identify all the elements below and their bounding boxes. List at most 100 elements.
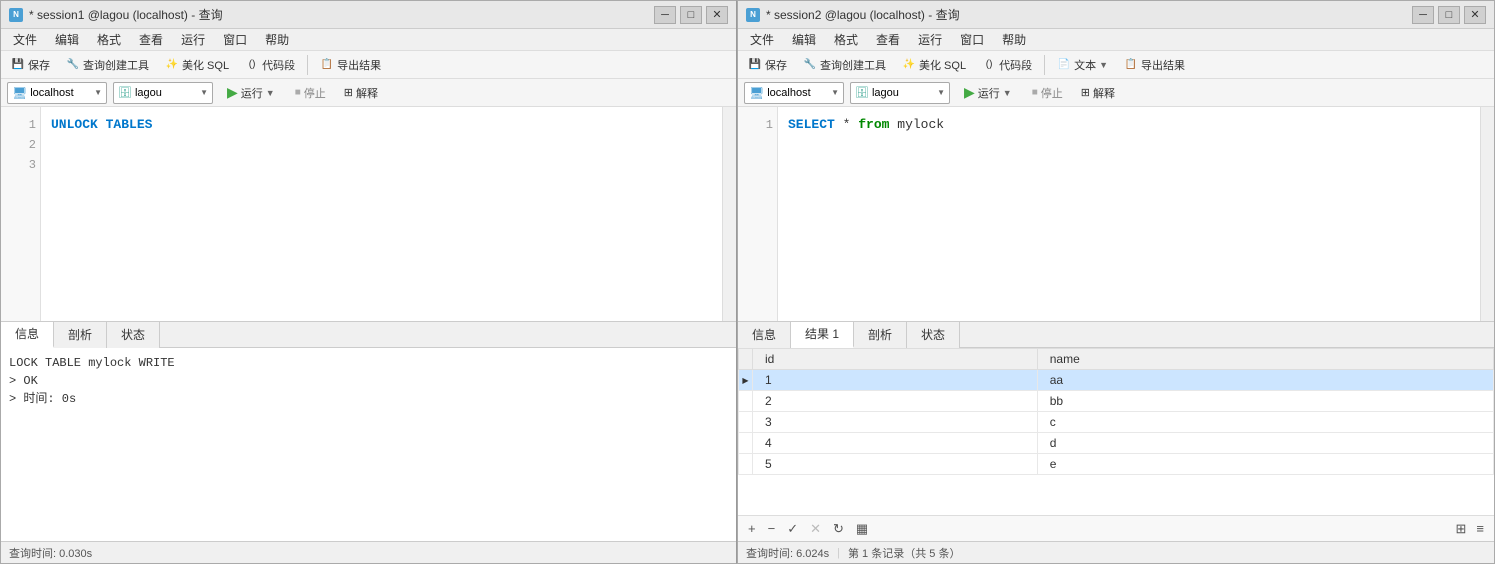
session2-explain-button[interactable]: ⊞ 解释	[1075, 83, 1121, 103]
session2-tab-status[interactable]: 状态	[907, 322, 960, 348]
session1-tabs: 信息 剖析 状态	[1, 322, 736, 348]
session1-stop-button[interactable]: ■ 停止	[289, 83, 332, 103]
session1-editor[interactable]: 1 2 3 UNLOCK TABLES	[1, 107, 722, 321]
session2-host-select[interactable]: 🖥 localhost ▼	[744, 82, 844, 104]
session1-titlebar: N * session1 @lagou (localhost) - 查询 ─ □…	[1, 1, 736, 29]
table-grid-view-button[interactable]: ⊞	[1452, 519, 1471, 539]
session1-tab-profile[interactable]: 剖析	[54, 322, 107, 348]
session1-tab-status[interactable]: 状态	[107, 322, 160, 348]
session2-app-icon: N	[746, 8, 760, 22]
beautify-icon: ✨	[165, 58, 179, 72]
session1-scrollbar[interactable]	[722, 107, 736, 321]
session2-beautify-button[interactable]: ✨ 美化 SQL	[896, 55, 972, 75]
db-icon: 🗄	[118, 86, 132, 99]
col-header-id: id	[753, 349, 1038, 370]
session1-minimize-button[interactable]: ─	[654, 6, 676, 24]
table-refresh-button[interactable]: ↻	[829, 519, 848, 539]
export-icon: 📋	[320, 58, 334, 72]
table-row[interactable]: 3c	[739, 412, 1494, 433]
session1-menu-window[interactable]: 窗口	[215, 29, 255, 50]
session2-stop-button[interactable]: ■ 停止	[1026, 83, 1069, 103]
table-confirm-button[interactable]: ✓	[783, 519, 802, 539]
session2-row-count: 第 1 条记录（共 5 条）	[848, 545, 960, 561]
session2-snippet-button[interactable]: () 代码段	[976, 55, 1038, 75]
session2-menu-window[interactable]: 窗口	[952, 29, 992, 50]
session2-menu-view[interactable]: 查看	[868, 29, 908, 50]
session1-menu-edit[interactable]: 编辑	[47, 29, 87, 50]
session1-maximize-button[interactable]: □	[680, 6, 702, 24]
session2-sql-editor[interactable]: SELECT * from mylock	[778, 107, 1480, 321]
session1-save-button[interactable]: 💾 保存	[5, 55, 56, 75]
table-row[interactable]: 2bb	[739, 391, 1494, 412]
session2-tab-result[interactable]: 结果 1	[791, 322, 854, 348]
table-remove-button[interactable]: −	[764, 519, 780, 538]
host-icon-2: 🖥	[749, 86, 764, 100]
cell-id: 4	[753, 433, 1038, 454]
session2-tab-info[interactable]: 信息	[738, 322, 791, 348]
session2-menu-format[interactable]: 格式	[826, 29, 866, 50]
session1-menu-file[interactable]: 文件	[5, 29, 45, 50]
session1-menu-format[interactable]: 格式	[89, 29, 129, 50]
session2-menu-run[interactable]: 运行	[910, 29, 950, 50]
session1-info-line3: > 时间: 0s	[9, 390, 728, 408]
session1-export-button[interactable]: 📋 导出结果	[314, 55, 387, 75]
stop-icon-2: ■	[1032, 87, 1038, 98]
session2-text-button[interactable]: 📄 文本 ▼	[1051, 55, 1114, 75]
session2-editor[interactable]: 1 SELECT * from mylock	[738, 107, 1480, 321]
session1-connbar: 🖥 localhost ▼ 🗄 lagou ▼ ▶ 运行 ▼ ■ 停止 ⊞ 解释	[1, 79, 736, 107]
row-arrow-cell	[739, 454, 753, 475]
querybuilder-icon-2: 🔧	[803, 58, 817, 72]
table-header-row: id name	[739, 349, 1494, 370]
session2-tab-profile[interactable]: 剖析	[854, 322, 907, 348]
session1-explain-button[interactable]: ⊞ 解释	[338, 83, 384, 103]
session2-scrollbar[interactable]	[1480, 107, 1494, 321]
session2-result-container[interactable]: id name ▶1aa2bb3c4d5e	[738, 348, 1494, 515]
session2-run-button[interactable]: ▶ 运行 ▼	[956, 82, 1020, 103]
session2-title: * session2 @lagou (localhost) - 查询	[766, 6, 960, 23]
session1-menu-view[interactable]: 查看	[131, 29, 171, 50]
toolbar-separator	[307, 55, 308, 75]
table-row[interactable]: ▶1aa	[739, 370, 1494, 391]
session1-bottom-panel: 信息 剖析 状态 LOCK TABLE mylock WRITE > OK > …	[1, 321, 736, 541]
table-cancel-button[interactable]: ✕	[806, 519, 825, 539]
session2-menu-help[interactable]: 帮助	[994, 29, 1034, 50]
session1-menu-run[interactable]: 运行	[173, 29, 213, 50]
session1-tab-info[interactable]: 信息	[1, 322, 54, 348]
session1-host-select[interactable]: 🖥 localhost ▼	[7, 82, 107, 104]
table-add-button[interactable]: +	[744, 519, 760, 538]
session2-minimize-button[interactable]: ─	[1412, 6, 1434, 24]
session1-sql-editor[interactable]: UNLOCK TABLES	[41, 107, 722, 321]
table-row[interactable]: 5e	[739, 454, 1494, 475]
session2-db-select[interactable]: 🗄 lagou ▼	[850, 82, 950, 104]
row-arrow-cell	[739, 412, 753, 433]
session2-connbar: 🖥 localhost ▼ 🗄 lagou ▼ ▶ 运行 ▼ ■ 停止 ⊞ 解释	[738, 79, 1494, 107]
session2-menu-edit[interactable]: 编辑	[784, 29, 824, 50]
session2-menu-file[interactable]: 文件	[742, 29, 782, 50]
session1-db-select[interactable]: 🗄 lagou ▼	[113, 82, 213, 104]
session1-snippet-button[interactable]: () 代码段	[239, 55, 301, 75]
session1-title: * session1 @lagou (localhost) - 查询	[29, 6, 223, 23]
session1-title-left: N * session1 @lagou (localhost) - 查询	[9, 6, 223, 23]
session1-querybuilder-button[interactable]: 🔧 查询创建工具	[60, 55, 155, 75]
session2-querybuilder-button[interactable]: 🔧 查询创建工具	[797, 55, 892, 75]
db-dropdown-arrow-2: ▼	[937, 88, 945, 97]
host-dropdown-arrow: ▼	[94, 88, 102, 97]
session2-close-button[interactable]: ✕	[1464, 6, 1486, 24]
session1-beautify-button[interactable]: ✨ 美化 SQL	[159, 55, 235, 75]
session2-bottom-panel: 信息 结果 1 剖析 状态 id name ▶1aa2bb3c4d5e + −	[738, 321, 1494, 541]
session2-save-button[interactable]: 💾 保存	[742, 55, 793, 75]
run-dropdown-arrow: ▼	[266, 88, 275, 98]
session1-close-button[interactable]: ✕	[706, 6, 728, 24]
session1-run-button[interactable]: ▶ 运行 ▼	[219, 82, 283, 103]
session2-export-button[interactable]: 📋 导出结果	[1118, 55, 1191, 75]
table-more-button[interactable]: ▦	[852, 519, 872, 539]
text-icon: 📄	[1057, 58, 1071, 72]
session1-menu-help[interactable]: 帮助	[257, 29, 297, 50]
table-list-view-button[interactable]: ≡	[1472, 519, 1488, 539]
session1-menubar: 文件 编辑 格式 查看 运行 窗口 帮助	[1, 29, 736, 51]
cell-id: 5	[753, 454, 1038, 475]
table-row[interactable]: 4d	[739, 433, 1494, 454]
session2-maximize-button[interactable]: □	[1438, 6, 1460, 24]
beautify-icon-2: ✨	[902, 58, 916, 72]
row-arrow-cell: ▶	[739, 370, 753, 391]
